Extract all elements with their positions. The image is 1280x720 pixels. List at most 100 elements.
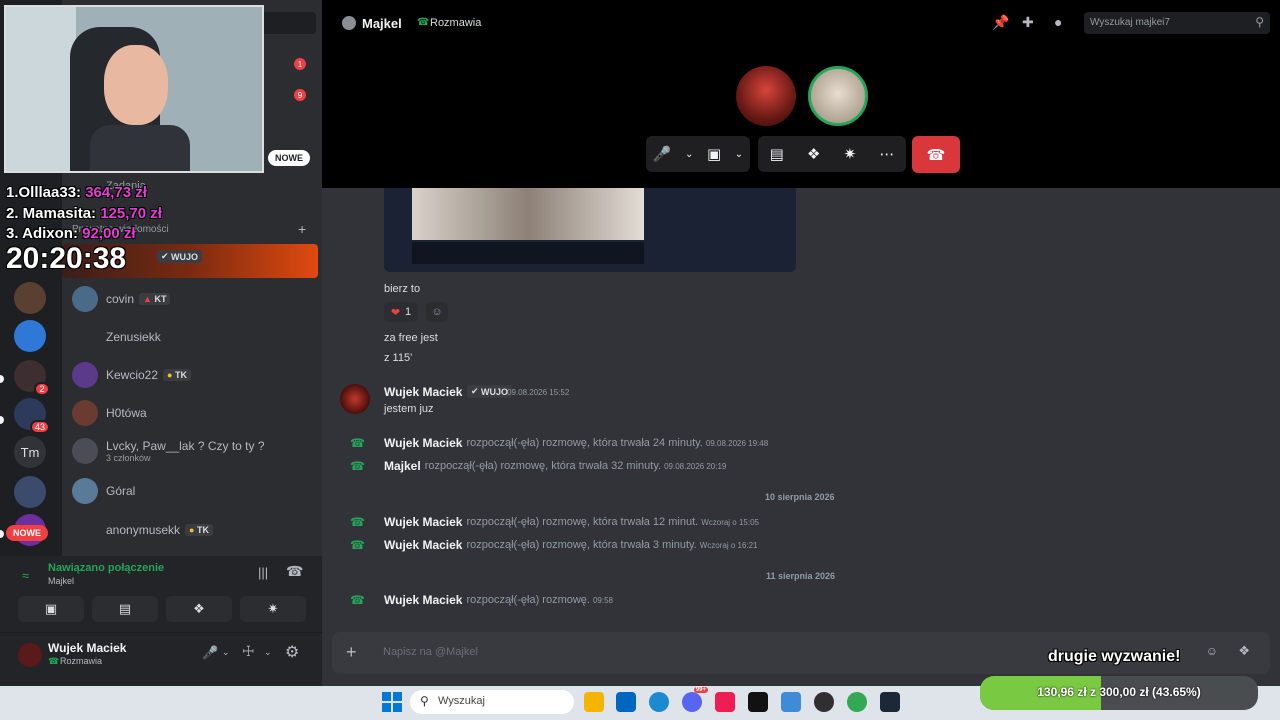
app-icon[interactable] [748, 692, 768, 712]
reaction-heart[interactable]: ❤ 1 [384, 302, 418, 322]
participant-avatar-speaking[interactable] [808, 66, 868, 126]
caller-name[interactable]: Wujek Maciek [384, 593, 462, 607]
group-avatar [72, 438, 98, 464]
chrome-icon[interactable] [847, 692, 867, 712]
caller-name[interactable]: Wujek Maciek [384, 436, 462, 450]
call-area: Majkel ☎ Rozmawia 📌 ✚ ● Wyszukaj majkei7… [322, 0, 1280, 188]
camera-off-icon[interactable]: ▣ [707, 145, 721, 163]
soundboard-button[interactable]: ✷ [240, 596, 306, 622]
screen: 2 43 Tm NOWE 1 9 NOWE Zadania Prywatne w… [0, 0, 1280, 720]
settings-gear-icon[interactable]: ⚙ [285, 642, 299, 662]
user-tag: ● TK [185, 524, 213, 536]
headset-chevron-icon[interactable]: ⌄ [264, 647, 272, 658]
server-icon[interactable]: 43 [14, 398, 50, 434]
server-icon-tm[interactable]: Tm [14, 436, 46, 468]
server-icon[interactable] [14, 320, 46, 352]
activities-button[interactable]: ❖ [166, 596, 232, 622]
author-name[interactable]: Wujek Maciek [384, 385, 462, 399]
more-options-icon[interactable]: ⋯ [879, 145, 894, 163]
user-tag: ▲ KT [139, 293, 171, 305]
dm-item[interactable]: anonymusekk ● TK [72, 513, 310, 547]
steam-icon[interactable] [880, 692, 900, 712]
apps-icon[interactable]: ❖ [1238, 643, 1250, 659]
dm-item[interactable]: Góral [72, 474, 310, 508]
dm-badge: 9 [294, 89, 306, 101]
user-avatar[interactable] [18, 643, 42, 667]
server-icon[interactable]: 2 [14, 360, 50, 396]
edge-icon[interactable] [649, 692, 669, 712]
heart-icon: ❤ [390, 306, 401, 319]
chevron-down-icon[interactable]: ⌄ [685, 149, 693, 160]
discord-icon[interactable]: 99+ [682, 687, 708, 712]
donation-rank-2: 2. Mamasita: 125,70 zł [6, 205, 162, 222]
member-count: 3 członków [106, 453, 151, 463]
dm-item[interactable]: Kewcio22 ● TK [72, 358, 310, 392]
attach-plus-icon[interactable]: + [346, 642, 357, 663]
app-icon[interactable] [781, 692, 801, 712]
new-unreads-badge[interactable]: NOWE [6, 525, 48, 541]
caller-name[interactable]: Wujek Maciek [384, 538, 462, 552]
dm-item[interactable]: H0tówa [72, 396, 310, 430]
pin-icon[interactable]: 📌 [992, 14, 1009, 31]
author-avatar[interactable] [340, 384, 370, 414]
dm-item[interactable]: covin ▲ KT [72, 282, 310, 316]
dm-badge: 1 [294, 58, 306, 70]
message-text: bierz to [384, 283, 421, 295]
tiktok-icon[interactable] [715, 692, 735, 712]
chevron-down-icon[interactable]: ⌄ [735, 149, 743, 160]
emoji-icon[interactable]: ☺ [1206, 644, 1218, 658]
hang-up-button[interactable]: ☎ [912, 136, 960, 173]
signal-icon[interactable]: ≈ [22, 568, 29, 583]
add-reaction-icon: ☺ [431, 306, 443, 318]
unread-pill [0, 416, 4, 424]
activities-icon[interactable]: ❖ [807, 145, 820, 163]
screen-share-button[interactable]: ▤ [92, 596, 158, 622]
call-actions-group[interactable]: ▤ ❖ ✷ ⋯ [758, 136, 906, 172]
taskbar-search[interactable]: ⚲ Wyszukaj [410, 690, 574, 714]
avatar [72, 286, 98, 312]
camera-toggle-button[interactable]: ▣ [18, 596, 84, 622]
search-box[interactable]: Wyszukaj majkei7 ⚲ [1084, 12, 1270, 34]
avatar [72, 362, 98, 388]
message-timestamp: 09.08.2026 15:52 [507, 388, 570, 397]
profile-icon[interactable]: ● [1054, 14, 1062, 30]
store-icon[interactable] [616, 692, 636, 712]
search-icon: ⚲ [1255, 15, 1264, 29]
file-explorer-icon[interactable] [584, 692, 604, 712]
user-name[interactable]: Wujek Maciek [48, 641, 126, 655]
search-icon: ⚲ [420, 694, 429, 708]
soundboard-icon[interactable]: ✷ [844, 145, 857, 163]
server-icon[interactable] [14, 282, 46, 314]
user-status: Rozmawia [60, 656, 103, 666]
mic-control-group[interactable]: 🎤 ⌄ ▣ ⌄ [646, 136, 750, 172]
phone-status-icon: ☎ [48, 656, 60, 666]
embed-image[interactable] [384, 188, 796, 272]
server-icon[interactable] [14, 476, 46, 508]
add-reaction-button[interactable]: ☺ [426, 302, 448, 322]
unread-pill [0, 530, 4, 538]
add-dm-icon[interactable]: + [298, 221, 306, 237]
noise-suppression-icon[interactable]: ||| [258, 565, 268, 580]
add-friends-icon[interactable]: ✚ [1022, 14, 1034, 31]
start-button[interactable] [382, 692, 402, 712]
caller-name[interactable]: Wujek Maciek [384, 515, 462, 529]
mic-chevron-icon[interactable]: ⌄ [222, 647, 230, 658]
screen-share-icon[interactable]: ▤ [770, 145, 784, 163]
embed-thumbnail-strip [412, 242, 644, 264]
taskbar-search-input[interactable]: Wyszukaj [438, 695, 485, 707]
new-unreads-badge[interactable]: NOWE [268, 150, 310, 166]
mic-icon[interactable]: 🎤 [653, 145, 672, 163]
mic-icon[interactable]: 🎤 [202, 645, 218, 661]
phone-icon: ☎ [350, 593, 365, 607]
headset-icon[interactable]: ☩ [242, 643, 255, 660]
voice-channel[interactable]: Majkel [48, 576, 74, 586]
dm-item-group[interactable]: Lvcky, Paw__lak ? Czy to ty ? 3 członków [72, 434, 310, 468]
participant-avatar[interactable] [736, 66, 796, 126]
message-input[interactable]: Napisz na @Majkel [383, 646, 478, 658]
dm-item[interactable]: Zenusiekk [72, 320, 310, 354]
caller-name[interactable]: Majkel [384, 459, 421, 473]
obs-icon[interactable] [814, 692, 834, 712]
disconnect-icon[interactable]: ☎ [286, 563, 303, 580]
search-input[interactable]: Wyszukaj majkei7 [1090, 17, 1170, 28]
call-description: rozpoczął(-ęła) rozmowę, która trwała 24… [466, 437, 703, 449]
